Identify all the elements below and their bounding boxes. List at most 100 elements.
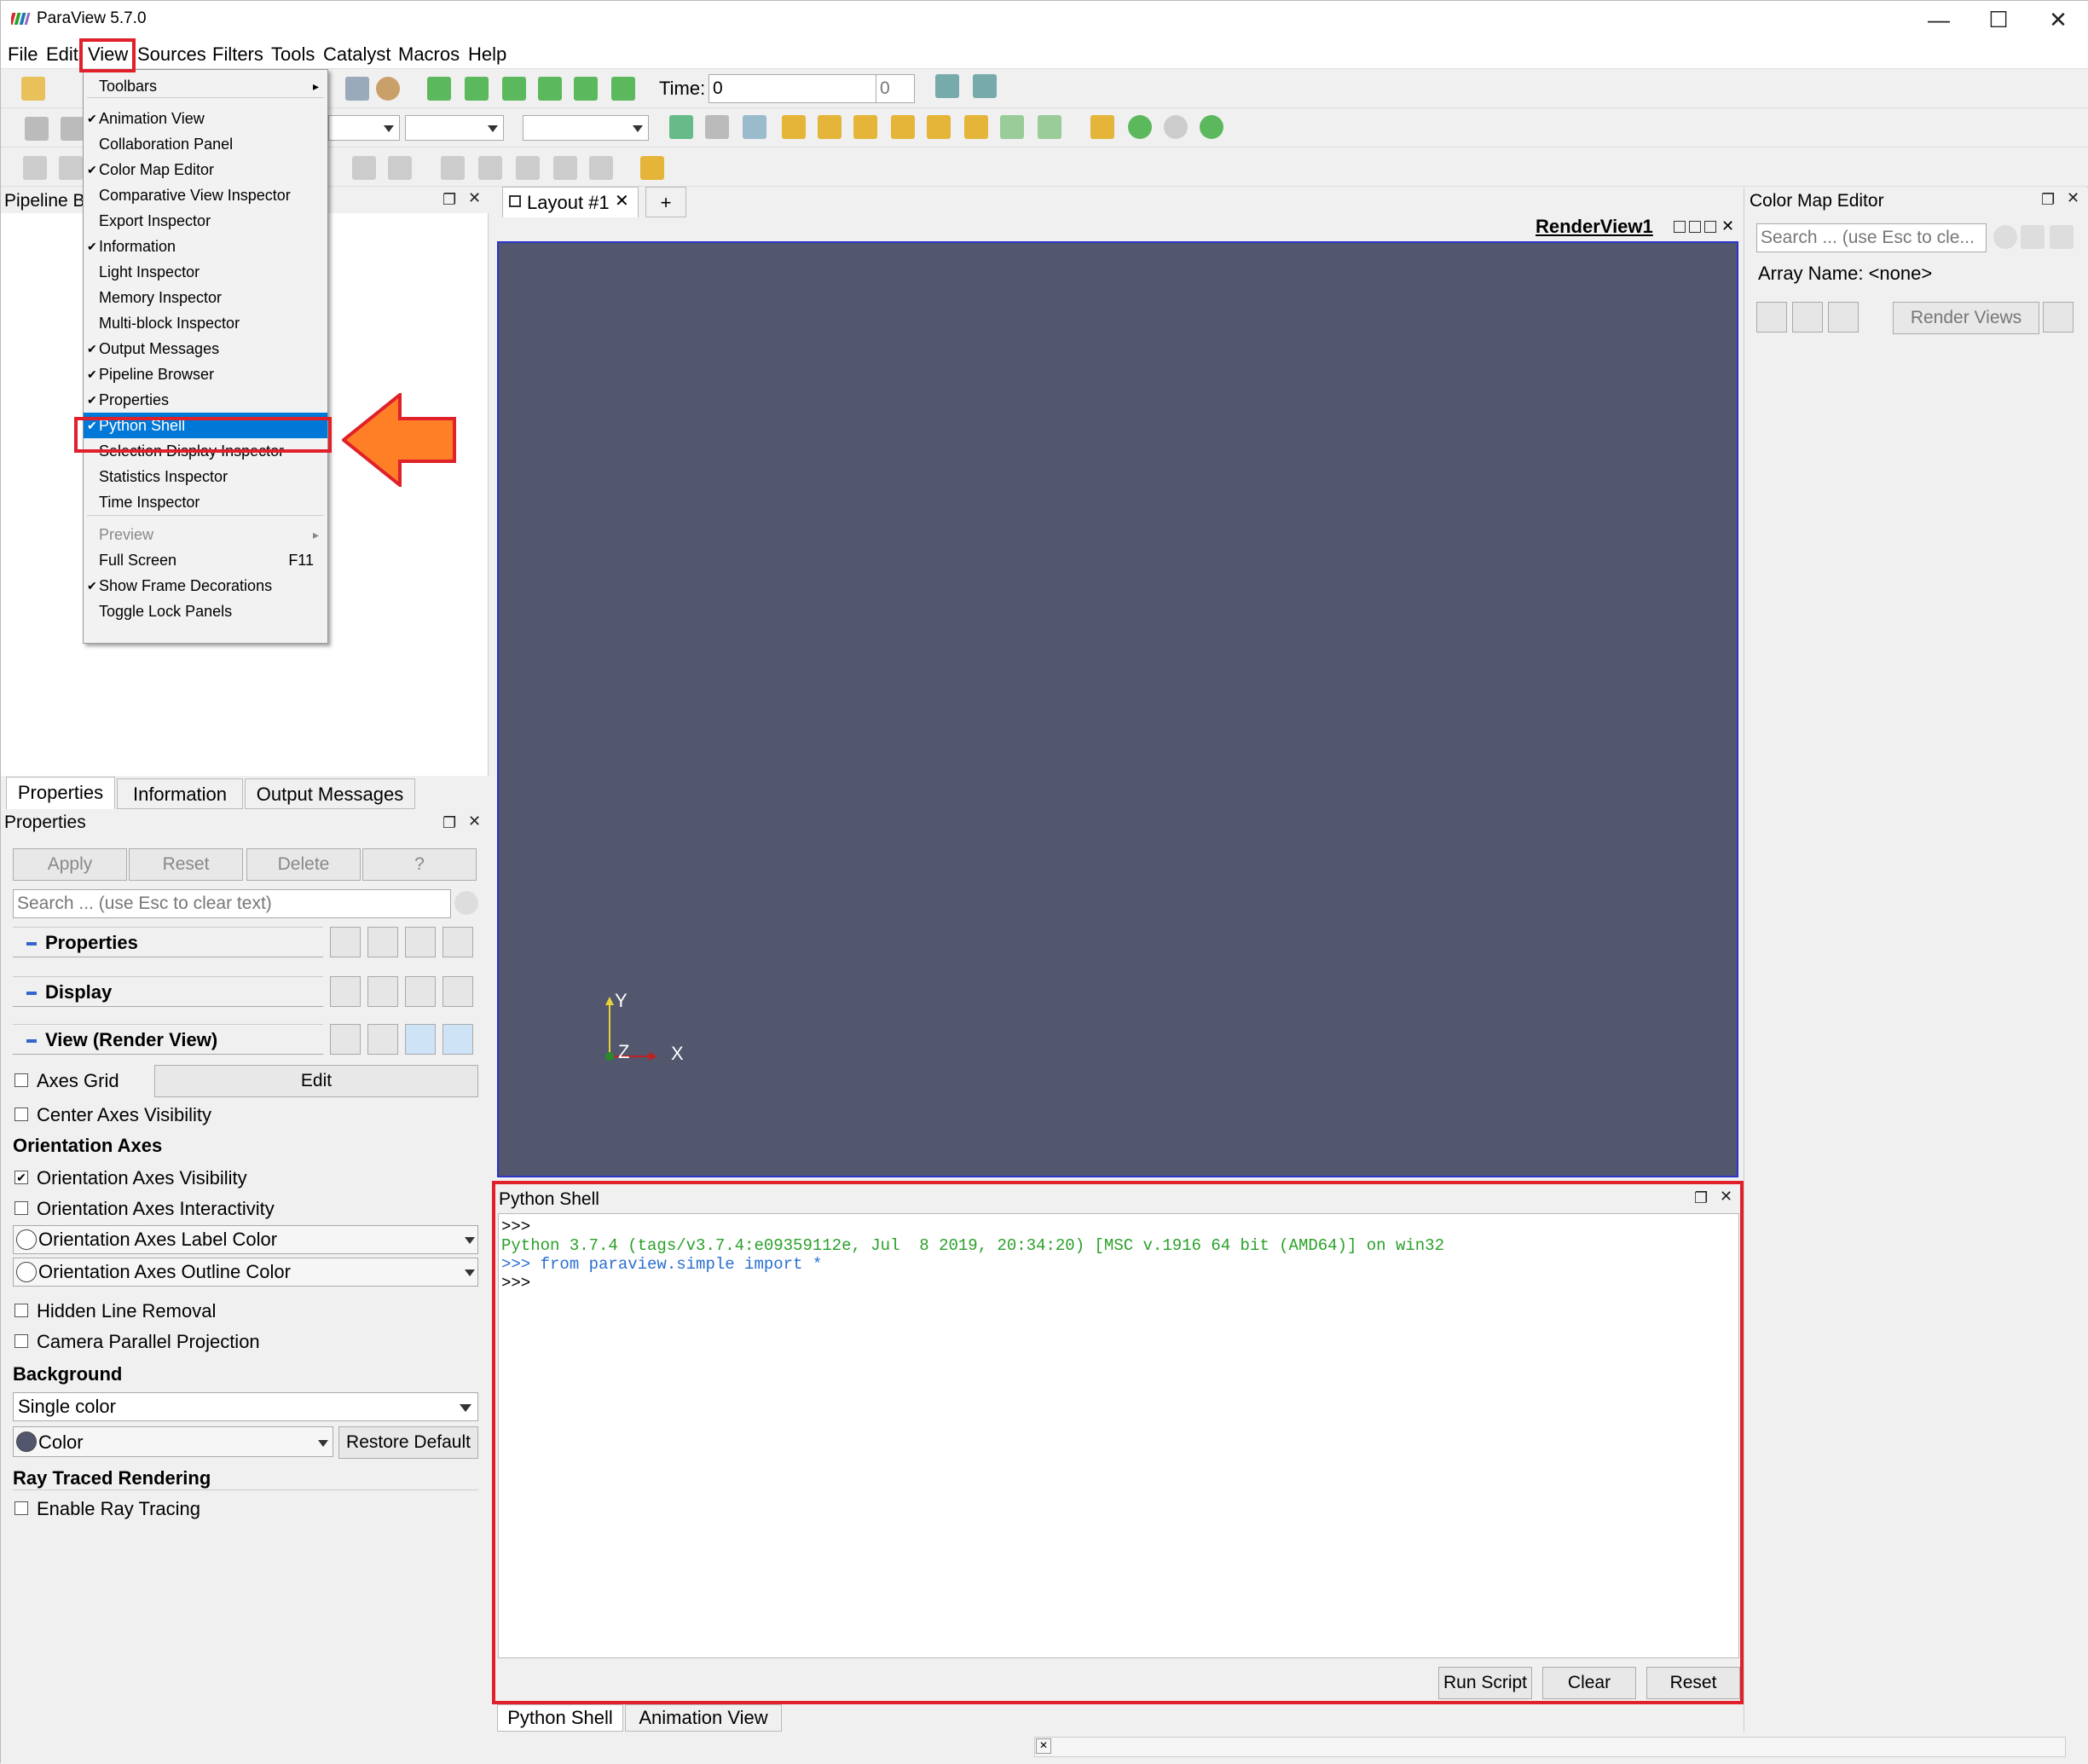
- center-rotation-icon[interactable]: [1128, 115, 1152, 139]
- reset-camera-icon[interactable]: [669, 115, 693, 139]
- show-center-icon[interactable]: [1200, 115, 1223, 139]
- copy-icon[interactable]: [330, 976, 361, 1007]
- add-layout-button[interactable]: +: [645, 187, 686, 217]
- paste-icon[interactable]: [367, 1024, 398, 1055]
- paste-icon[interactable]: [1792, 302, 1823, 333]
- refresh-icon[interactable]: [405, 1024, 436, 1055]
- extract-level-icon[interactable]: [553, 156, 577, 180]
- calculator-icon[interactable]: [23, 156, 47, 180]
- render-views-button[interactable]: Render Views: [1893, 302, 2039, 334]
- toggle-icon[interactable]: [25, 117, 49, 141]
- menu-edit[interactable]: Edit: [46, 43, 78, 66]
- gear-icon[interactable]: [1993, 225, 2017, 249]
- paste-icon[interactable]: [367, 927, 398, 957]
- apply-button[interactable]: Apply: [13, 848, 127, 881]
- zoom-to-box-icon[interactable]: [743, 115, 766, 139]
- tab-properties[interactable]: Properties: [6, 777, 115, 809]
- properties-search-input[interactable]: Search ... (use Esc to clear text): [13, 889, 451, 918]
- view-menu-item[interactable]: ✔ Color Map Editor: [84, 157, 327, 182]
- view-menu-item[interactable]: Comparative View Inspector: [84, 182, 327, 208]
- view-minus-z-icon[interactable]: [964, 115, 988, 139]
- group-icon[interactable]: [478, 156, 502, 180]
- link-icon[interactable]: [2043, 302, 2074, 333]
- reset-button[interactable]: Reset: [129, 848, 243, 881]
- view-menu-item[interactable]: Toolbars ▸: [84, 73, 327, 99]
- edit-icon[interactable]: [1828, 302, 1859, 333]
- view-menu-item[interactable]: ✔ Animation View: [84, 106, 327, 131]
- palette-icon[interactable]: [376, 77, 400, 101]
- tab-output-messages[interactable]: Output Messages: [245, 778, 415, 809]
- extract-icon[interactable]: [516, 156, 540, 180]
- tab-python-shell[interactable]: Python Shell: [497, 1704, 623, 1732]
- play-icon[interactable]: [502, 77, 526, 101]
- float-icon[interactable]: ❐: [442, 191, 456, 209]
- oa-interactivity-checkbox[interactable]: [14, 1201, 28, 1215]
- tab-information[interactable]: Information: [117, 778, 243, 809]
- section-view[interactable]: View (Render View): [13, 1024, 323, 1055]
- close-icon[interactable]: ✕: [468, 813, 481, 830]
- view-menu-item[interactable]: ✔ Pipeline Browser: [84, 361, 327, 387]
- view-menu-item[interactable]: ✔ Information: [84, 234, 327, 259]
- save-icon[interactable]: [442, 927, 473, 957]
- hidden-line-checkbox[interactable]: [14, 1304, 28, 1317]
- previous-frame-icon[interactable]: [465, 77, 489, 101]
- color-map-search-input[interactable]: Search ... (use Esc to cle...: [1756, 223, 1987, 252]
- view-menu-item[interactable]: ✔ Output Messages: [84, 336, 327, 361]
- float-icon[interactable]: ❐: [2041, 191, 2055, 209]
- split-vertical-icon[interactable]: [1689, 221, 1701, 233]
- refresh-icon[interactable]: [1756, 302, 1787, 333]
- save-icon[interactable]: [442, 1024, 473, 1055]
- camera-link-icon[interactable]: [1090, 115, 1114, 139]
- color-by-icon[interactable]: [61, 117, 84, 141]
- scalar-combo[interactable]: [405, 115, 504, 141]
- query-icon[interactable]: [973, 74, 997, 98]
- close-layout-icon[interactable]: ✕: [615, 190, 629, 211]
- component-combo[interactable]: [523, 115, 649, 141]
- float-icon[interactable]: ❐: [442, 814, 456, 832]
- time-input[interactable]: 0: [709, 74, 877, 103]
- save-state-icon[interactable]: [345, 77, 369, 101]
- save-icon[interactable]: [2050, 225, 2074, 249]
- view-menu-item[interactable]: Full Screen F11: [84, 547, 327, 573]
- view-minus-y-icon[interactable]: [891, 115, 915, 139]
- zoom-closest-icon[interactable]: [705, 115, 729, 139]
- next-frame-icon[interactable]: [538, 77, 562, 101]
- warp-icon[interactable]: [441, 156, 465, 180]
- menu-filters[interactable]: Filters: [212, 43, 263, 66]
- chevron-down-icon[interactable]: [318, 1440, 328, 1447]
- menu-macros[interactable]: Macros: [398, 43, 460, 66]
- save-icon[interactable]: [442, 976, 473, 1007]
- pick-center-icon[interactable]: [1164, 115, 1188, 139]
- menu-tools[interactable]: Tools: [271, 43, 315, 66]
- view-menu-item[interactable]: Export Inspector: [84, 208, 327, 234]
- oa-visibility-checkbox[interactable]: ✔: [14, 1171, 28, 1184]
- glyph-icon[interactable]: [352, 156, 376, 180]
- close-icon[interactable]: ✕: [2067, 189, 2079, 207]
- chevron-down-icon[interactable]: [465, 1270, 475, 1276]
- view-minus-x-icon[interactable]: [818, 115, 842, 139]
- refresh-icon[interactable]: [405, 927, 436, 957]
- section-display[interactable]: Display: [13, 976, 323, 1007]
- open-icon[interactable]: [21, 77, 45, 101]
- threshold-icon[interactable]: [589, 156, 613, 180]
- restore-default-button[interactable]: Restore Default: [338, 1426, 478, 1459]
- view-menu-item[interactable]: Light Inspector: [84, 259, 327, 285]
- view-menu-item[interactable]: Statistics Inspector: [84, 464, 327, 489]
- find-data-icon[interactable]: [935, 74, 959, 98]
- camera-parallel-checkbox[interactable]: [14, 1334, 28, 1348]
- delete-button[interactable]: Delete: [246, 848, 361, 881]
- last-frame-icon[interactable]: [574, 77, 598, 101]
- tab-animation-view[interactable]: Animation View: [625, 1704, 782, 1732]
- view-menu-item[interactable]: Collaboration Panel: [84, 131, 327, 157]
- refresh-icon[interactable]: [405, 976, 436, 1007]
- ruler-icon[interactable]: [640, 156, 664, 180]
- center-axes-checkbox[interactable]: [14, 1108, 28, 1121]
- axes-grid-checkbox[interactable]: [14, 1073, 28, 1087]
- contour-icon[interactable]: [59, 156, 83, 180]
- rotate-minus-90-icon[interactable]: [1038, 115, 1061, 139]
- first-frame-icon[interactable]: [427, 77, 451, 101]
- help-button[interactable]: ?: [362, 848, 477, 881]
- gear-icon[interactable]: [454, 891, 478, 915]
- menu-file[interactable]: File: [8, 43, 38, 66]
- section-properties[interactable]: Properties: [13, 927, 323, 957]
